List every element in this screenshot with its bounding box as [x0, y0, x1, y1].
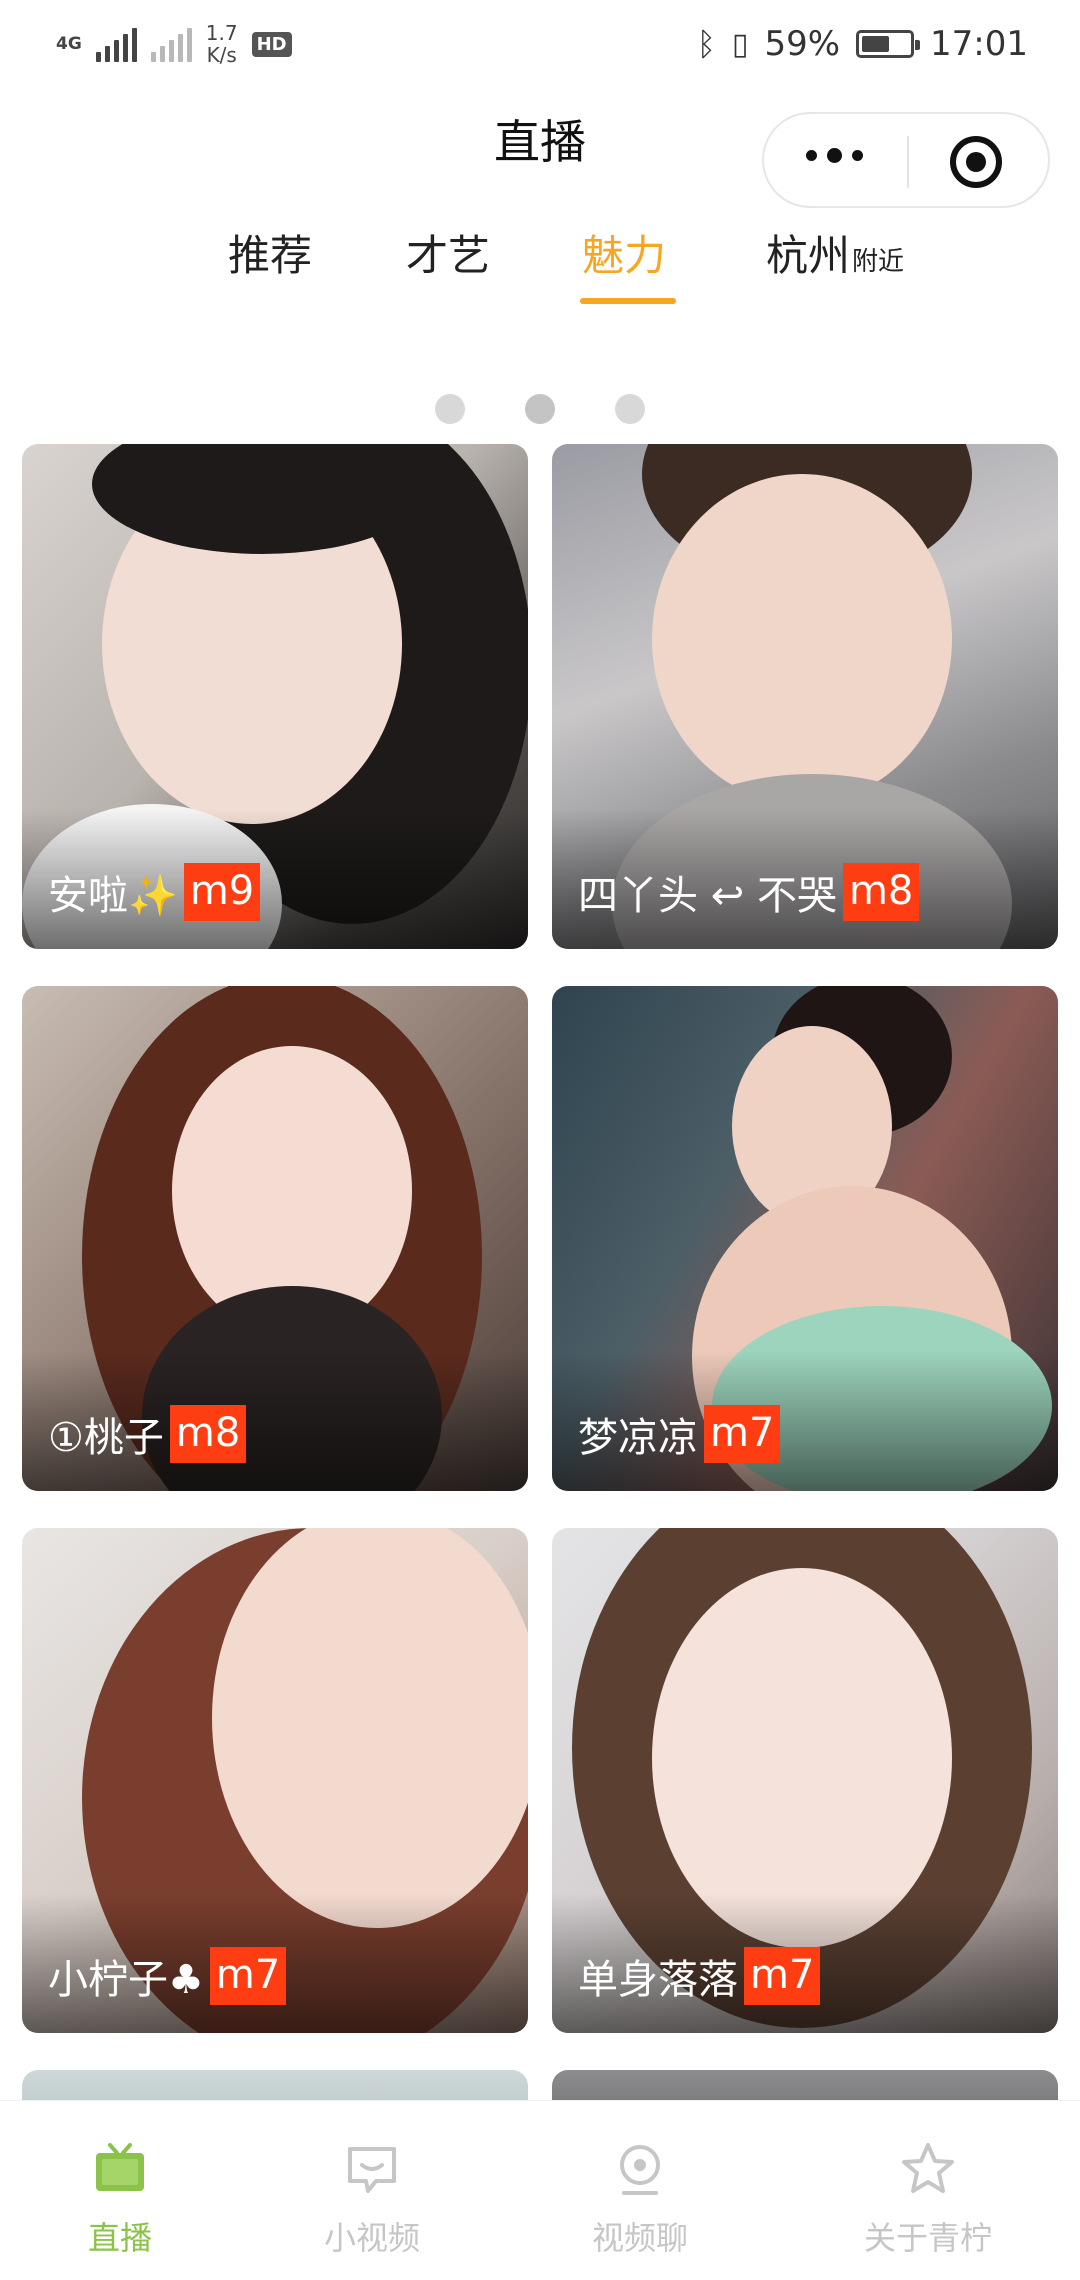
active-tab-indicator	[580, 298, 676, 304]
live-room-card[interactable]: 小柠子♣ m7	[22, 1528, 528, 2033]
more-options-icon[interactable]	[806, 148, 863, 163]
nav-short-video[interactable]: 小视频	[272, 2139, 472, 2259]
card-name: 单身落落	[578, 1957, 738, 2003]
card-name: ①桃子	[48, 1415, 164, 1461]
clock: 17:01	[930, 24, 1028, 64]
battery-percent: 59%	[764, 24, 841, 64]
nav-label: 直播	[87, 2219, 152, 2257]
level-badge: m7	[744, 1947, 821, 2005]
star-icon	[902, 2143, 954, 2193]
live-room-card[interactable]: ①桃子 m8	[22, 986, 528, 1491]
card-caption: 安啦✨ m9	[48, 863, 261, 921]
carousel-dot[interactable]	[615, 394, 645, 424]
bottom-navigation: 直播 小视频 视频聊 关于青柠	[0, 2100, 1080, 2280]
network-type: 4G	[56, 34, 82, 54]
close-miniprogram-icon[interactable]	[950, 136, 1002, 188]
nav-label: 小视频	[323, 2219, 420, 2257]
webcam-icon	[620, 2145, 660, 2195]
card-caption: 梦凉凉 m7	[578, 1405, 781, 1463]
signal-strength-icon	[95, 26, 137, 62]
category-tabs: 推荐 才艺 魅力 杭州附近	[0, 222, 1080, 312]
tab-recommend[interactable]: 推荐	[228, 222, 312, 283]
tab-hangzhou[interactable]: 杭州附近	[766, 222, 904, 283]
card-name: 小柠子♣	[48, 1957, 204, 2003]
battery-level	[862, 36, 890, 52]
level-badge: m7	[704, 1405, 781, 1463]
network-speed: 1.7 K/s	[205, 21, 238, 67]
status-bar: 4G 1.7 K/s HD ᛒ ▯ 59% 17:01	[0, 0, 1080, 92]
card-caption: 单身落落 m7	[578, 1947, 821, 2005]
signal-sim2-icon	[150, 26, 192, 62]
nav-live[interactable]: 直播	[20, 2139, 220, 2259]
tab-talent[interactable]: 才艺	[406, 222, 490, 283]
tab-charm[interactable]: 魅力	[582, 222, 666, 283]
card-caption: 四丫头 ↩ 不哭 m8	[578, 863, 920, 921]
card-caption: ①桃子 m8	[48, 1405, 247, 1463]
nav-about[interactable]: 关于青柠	[828, 2139, 1028, 2259]
level-badge: m9	[183, 863, 261, 921]
battery-icon	[856, 30, 921, 58]
card-name: 四丫头 ↩ 不哭	[578, 873, 837, 919]
level-badge: m8	[842, 863, 920, 921]
nav-label: 关于青柠	[863, 2219, 992, 2257]
card-caption: 小柠子♣ m7	[48, 1947, 287, 2005]
capsule-divider	[907, 136, 909, 188]
live-room-card[interactable]: 安啦✨ m9	[22, 444, 528, 949]
level-badge: m7	[209, 1947, 287, 2005]
live-room-card[interactable]: 单身落落 m7	[552, 1528, 1058, 2033]
carousel-dot[interactable]	[435, 394, 465, 424]
tv-icon	[96, 2143, 144, 2191]
vibrate-icon: ▯	[731, 26, 749, 62]
carousel-indicator	[0, 394, 1080, 424]
card-name: 安啦✨	[48, 873, 178, 919]
card-name: 梦凉凉	[578, 1415, 698, 1461]
nav-label: 视频聊	[591, 2219, 688, 2257]
nav-video-chat[interactable]: 视频聊	[540, 2139, 740, 2259]
miniprogram-capsule	[762, 112, 1050, 208]
chat-bubble-icon	[348, 2147, 396, 2193]
level-badge: m8	[169, 1405, 247, 1463]
bluetooth-icon: ᛒ	[696, 25, 716, 63]
live-room-card[interactable]: 四丫头 ↩ 不哭 m8	[552, 444, 1058, 949]
carousel-dot[interactable]	[525, 394, 555, 424]
hd-badge: HD	[251, 31, 292, 57]
live-room-card[interactable]: 梦凉凉 m7	[552, 986, 1058, 1491]
